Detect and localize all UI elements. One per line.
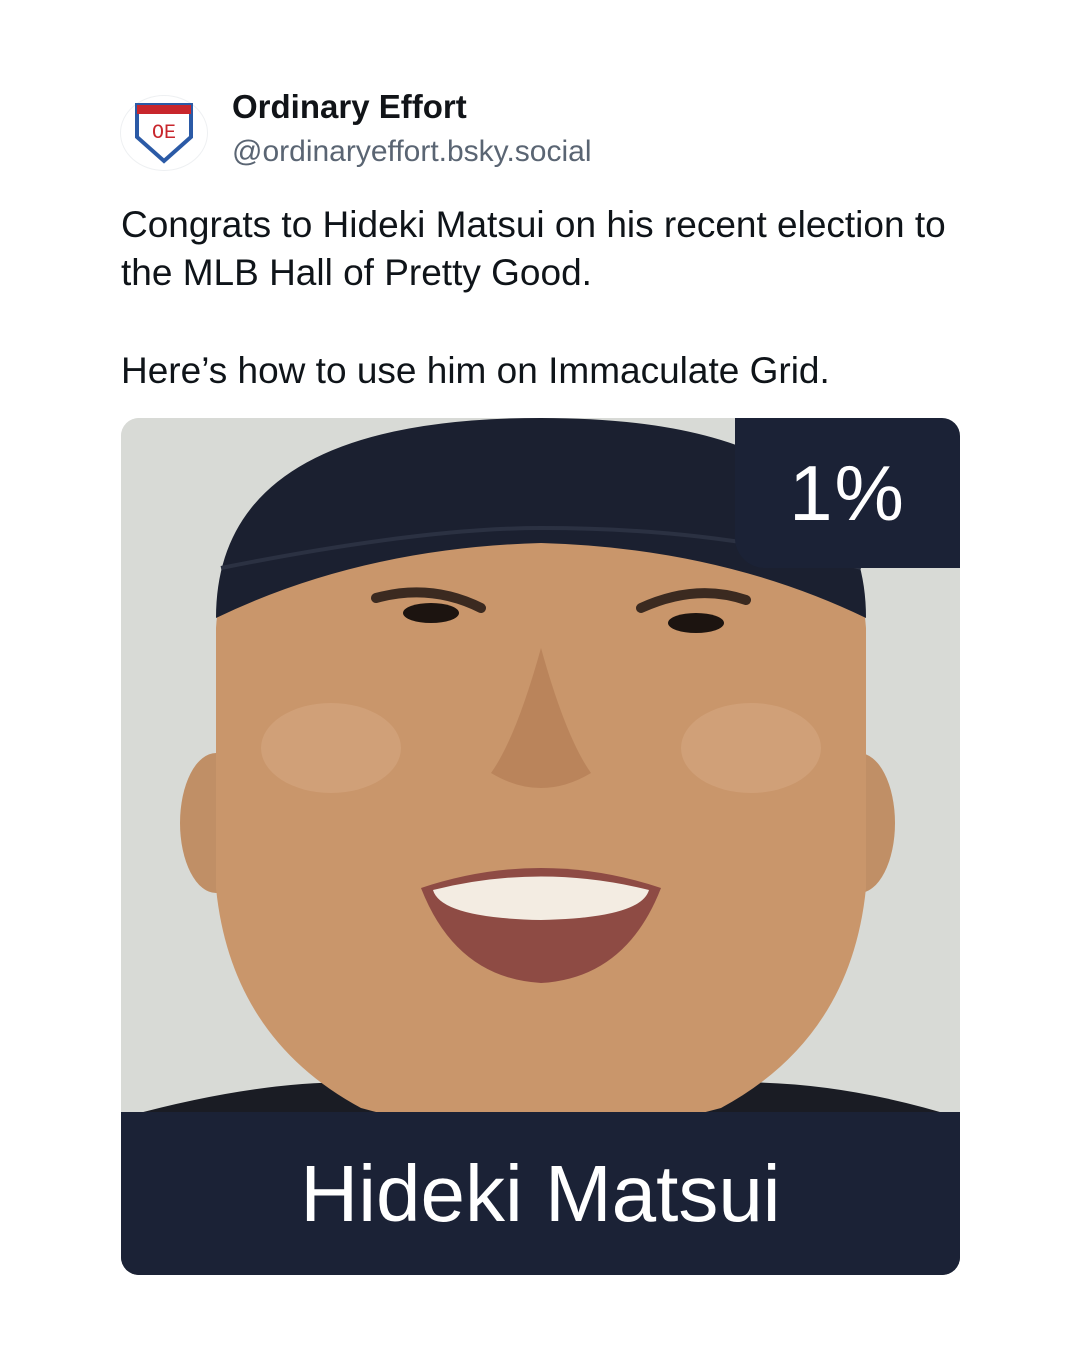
avatar[interactable]: OE [120, 95, 208, 171]
player-name-label: Hideki Matsui [121, 1112, 960, 1275]
post-text: Congrats to Hideki Matsui on his recent … [121, 201, 971, 395]
author-name[interactable]: Ordinary Effort [232, 88, 467, 126]
post-paragraph: Congrats to Hideki Matsui on his recent … [121, 204, 946, 293]
percentage-badge: 1% [735, 418, 960, 568]
author-handle[interactable]: @ordinaryeffort.bsky.social [232, 135, 592, 169]
avatar-letters: OE [152, 122, 176, 145]
post-paragraph: Here’s how to use him on Immaculate Grid… [121, 350, 830, 391]
oe-shield-logo-icon: OE [135, 103, 193, 164]
player-card-image[interactable]: 1% Hideki Matsui [121, 418, 960, 1275]
post: OE Ordinary Effort @ordinaryeffort.bsky.… [0, 0, 1080, 1350]
